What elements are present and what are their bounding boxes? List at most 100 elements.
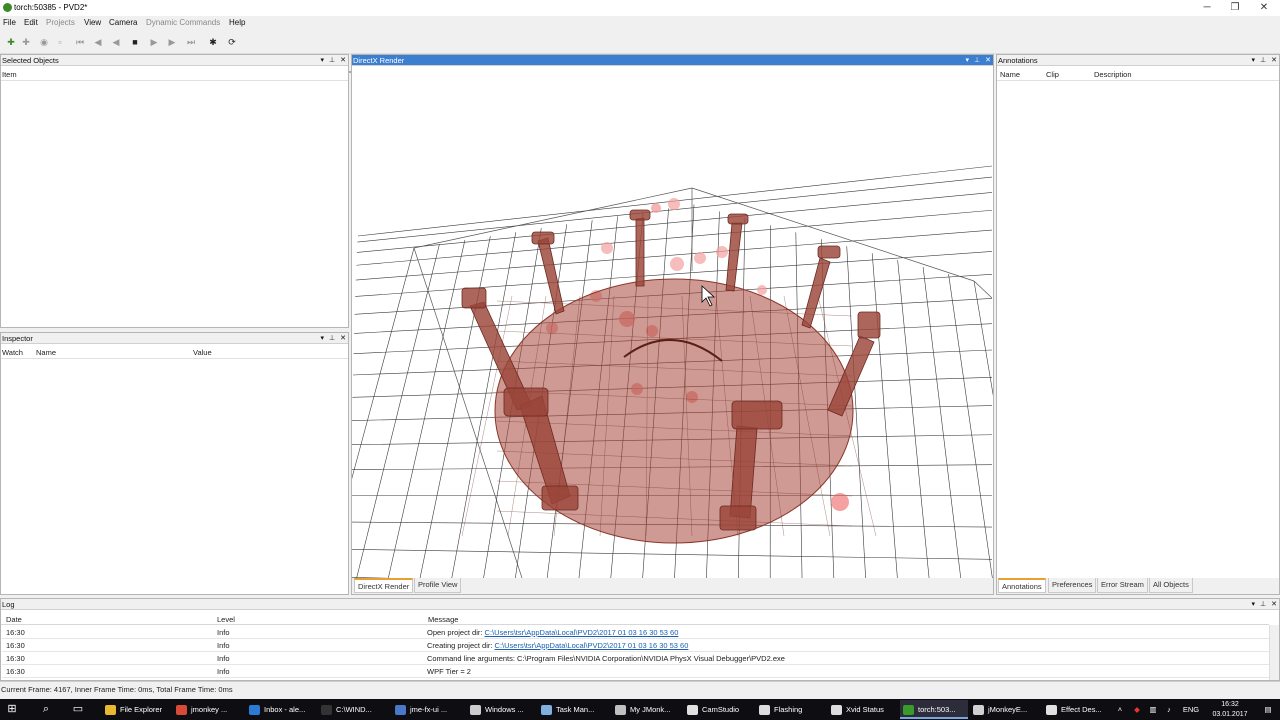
log-row[interactable]: 16:30 Info Command line arguments: C:\Pr… [2, 652, 1270, 665]
log-row[interactable]: 16:30 Info WPF Tier = 2 [2, 665, 1270, 678]
log-message-link[interactable]: C:\Users\tsr\AppData\Local\PVD2\2017 01 … [495, 641, 689, 650]
network-icon[interactable]: ▥ [1146, 700, 1160, 719]
camera-reset-icon[interactable]: ⟳ [226, 36, 238, 48]
panel-close-icon[interactable]: ✕ [1271, 601, 1277, 608]
settings-icon[interactable]: ✱ [207, 36, 219, 48]
notifications-icon[interactable]: ▤ [1262, 700, 1274, 719]
shield-icon [395, 705, 406, 715]
panel-menu-icon[interactable]: ▾ [1252, 57, 1256, 64]
taskbar-item[interactable]: My JMonk... [612, 700, 682, 719]
tab-directx-render[interactable]: DirectX Render [354, 578, 414, 593]
video-icon [831, 705, 842, 715]
tab-all-objects[interactable]: All Objects [1149, 578, 1193, 593]
log-scrollbar[interactable] [1269, 625, 1279, 680]
panel-close-icon[interactable]: ✕ [985, 57, 991, 64]
col-description[interactable]: Description [1094, 70, 1132, 79]
log-level: Info [217, 641, 230, 650]
menu-view[interactable]: View [84, 18, 101, 27]
menu-projects[interactable]: Projects [46, 18, 75, 27]
taskbar-item[interactable]: jMonkeyE... [970, 700, 1040, 719]
pin-icon[interactable]: ⊥ [974, 57, 980, 64]
menu-file[interactable]: File [3, 18, 16, 27]
taskmgr-icon [541, 705, 552, 715]
render-viewport[interactable] [352, 66, 993, 578]
first-frame-icon[interactable]: ⏮ [74, 36, 86, 48]
taskbar-item[interactable]: File Explorer [102, 700, 170, 719]
pin-icon[interactable]: ⊥ [329, 335, 335, 342]
taskbar-item[interactable]: jme-fx-ui ... [392, 700, 464, 719]
windows-start-icon[interactable]: ⊞ [2, 701, 22, 718]
last-frame-icon[interactable]: ⏭ [185, 36, 197, 48]
taskbar: ⊞ ⌕ ▭ File Explorer jmonkey ... Inbox - al… [0, 699, 1280, 720]
taskbar-item[interactable]: Task Man... [538, 700, 610, 719]
directx-render-panel: DirectX Render ▾ ⊥ ✕ DirectX Render Prof… [351, 54, 994, 595]
taskbar-item[interactable]: torch:503... [900, 700, 968, 719]
tab-annotations[interactable]: Annotations [998, 578, 1046, 593]
directx-render-title: DirectX Render [353, 56, 405, 65]
connect-icon[interactable]: ✚ [5, 36, 17, 48]
render-tabstrip: DirectX Render Profile View [352, 578, 993, 594]
language-indicator[interactable]: ENG [1180, 700, 1202, 719]
record-icon[interactable]: ◉ [38, 36, 50, 48]
panel-menu-icon[interactable]: ▾ [966, 57, 970, 64]
stop-icon[interactable]: ■ [129, 36, 141, 48]
tab-profile-view[interactable]: Profile View [414, 578, 462, 593]
col-item[interactable]: Item [2, 70, 17, 79]
panel-close-icon[interactable]: ✕ [340, 57, 346, 64]
minimize-button[interactable]: ─ [1200, 2, 1214, 14]
col-clip[interactable]: Clip [1046, 70, 1059, 79]
tab-error-stream[interactable]: Error Stream [1097, 578, 1148, 593]
pin-icon[interactable]: ⊥ [1260, 57, 1266, 64]
menu-dynamic-commands[interactable]: Dynamic Commands [146, 18, 220, 27]
taskbar-item[interactable]: Inbox - ale... [246, 700, 316, 719]
menu-camera[interactable]: Camera [109, 18, 137, 27]
col-name[interactable]: Name [1000, 70, 1020, 79]
taskbar-item[interactable]: C:\WIND... [318, 700, 390, 719]
taskbar-item[interactable]: Xvid Status [828, 700, 898, 719]
col-value[interactable]: Value [193, 348, 212, 357]
disconnect-icon[interactable]: ✚ [20, 36, 32, 48]
volume-icon[interactable]: ♪ [1162, 700, 1176, 719]
menu-help[interactable]: Help [229, 18, 245, 27]
panel-close-icon[interactable]: ✕ [340, 335, 346, 342]
pin-icon[interactable]: ⊥ [329, 57, 335, 64]
step-back-icon[interactable]: ◀ [92, 36, 104, 48]
step-forward-icon[interactable]: ▶ [166, 36, 178, 48]
search-icon[interactable]: ⌕ [36, 701, 56, 718]
inspector-title: Inspector [2, 334, 33, 343]
camera-icon [687, 705, 698, 715]
taskbar-item[interactable]: jmonkey ... [173, 700, 243, 719]
restore-button[interactable]: ❐ [1228, 2, 1242, 14]
tray-chevron-icon[interactable]: ˄ [1114, 700, 1126, 719]
task-view-icon[interactable]: ▭ [68, 701, 88, 718]
taskbar-item[interactable]: Effect Des... [1043, 700, 1113, 719]
tab-preferences[interactable]: Preferences [1048, 578, 1097, 593]
panel-close-icon[interactable]: ✕ [1271, 57, 1277, 64]
taskbar-item[interactable]: Windows ... [467, 700, 535, 719]
panel-menu-icon[interactable]: ▾ [321, 335, 325, 342]
menu-edit[interactable]: Edit [24, 18, 38, 27]
pin-icon[interactable]: ⊥ [1260, 601, 1266, 608]
taskbar-item[interactable]: Flashing [756, 700, 826, 719]
close-button[interactable]: ✕ [1257, 2, 1271, 14]
panel-menu-icon[interactable]: ▾ [1252, 601, 1256, 608]
log-row[interactable]: 16:30 Info Creating project dir: C:\User… [2, 639, 1270, 652]
taskbar-item[interactable]: CamStudio [684, 700, 754, 719]
taskbar-item-label: Inbox - ale... [264, 705, 306, 714]
pause-record-icon[interactable]: ▫ [54, 36, 66, 48]
play-back-icon[interactable]: ◀ [110, 36, 122, 48]
col-date[interactable]: Date [6, 615, 22, 624]
play-icon[interactable]: ▶ [148, 36, 160, 48]
clock[interactable]: 16:32 03.01.2017 [1204, 700, 1256, 719]
log-row[interactable]: 16:30 Info Open project dir: C:\Users\ts… [2, 626, 1270, 639]
col-watch[interactable]: Watch [2, 348, 23, 357]
col-name[interactable]: Name [36, 348, 56, 357]
tray-app-icon[interactable]: ◆ [1130, 700, 1144, 719]
taskbar-item-label: jMonkeyE... [988, 705, 1028, 714]
col-message[interactable]: Message [428, 615, 458, 624]
annotations-panel: Annotations ▾ ⊥ ✕ Name Clip Description An… [996, 54, 1280, 595]
log-panel: Log ▾ ⊥ ✕ Date Level Message 16:30 Info Op… [0, 598, 1280, 681]
col-level[interactable]: Level [217, 615, 235, 624]
panel-menu-icon[interactable]: ▾ [321, 57, 325, 64]
log-message-link[interactable]: C:\Users\tsr\AppData\Local\PVD2\2017 01 … [485, 628, 679, 637]
